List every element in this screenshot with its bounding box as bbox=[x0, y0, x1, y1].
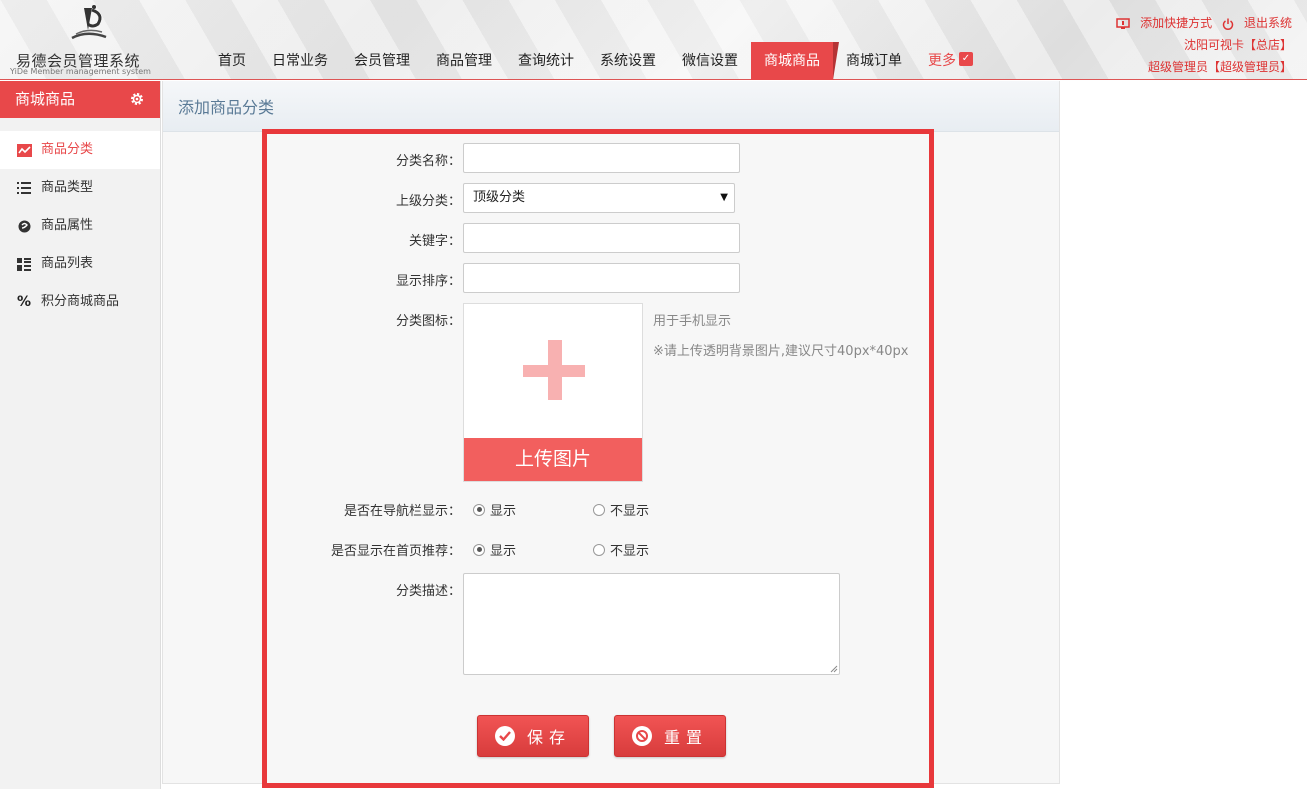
reset-label: 重置 bbox=[663, 728, 708, 747]
sidebar-item-label: 积分商城商品 bbox=[41, 294, 120, 309]
description-label: 分类描述： bbox=[395, 584, 461, 599]
keyword-input[interactable] bbox=[463, 223, 740, 253]
nav-item-more[interactable]: 更多 ✓ bbox=[915, 42, 986, 80]
radio-label: 显示 bbox=[490, 544, 517, 559]
logout-link[interactable]: 退出系统 bbox=[1222, 16, 1292, 30]
sidebar-item-product-category[interactable]: 商品分类 bbox=[0, 131, 160, 169]
radio-unselected bbox=[593, 503, 605, 516]
chart-icon bbox=[16, 142, 32, 158]
nav-item-product-management[interactable]: 商品管理 bbox=[423, 42, 505, 80]
add-shortcut-link[interactable]: 添加快捷方式 bbox=[1116, 16, 1216, 30]
sidebar-item-product-list[interactable]: 商品列表 bbox=[0, 245, 160, 283]
list-icon bbox=[16, 180, 32, 196]
parent-category-value: 顶级分类 bbox=[473, 190, 526, 205]
nav-item-home[interactable]: 首页 bbox=[205, 42, 259, 80]
category-name-input[interactable] bbox=[463, 143, 740, 173]
parent-category-label: 上级分类： bbox=[395, 194, 461, 209]
home-show-label: 是否显示在首页推荐： bbox=[330, 544, 461, 559]
category-name-label: 分类名称： bbox=[395, 154, 461, 169]
upload-image-button[interactable]: 上传图片 bbox=[464, 438, 642, 481]
radio-label: 不显示 bbox=[610, 544, 650, 559]
sidebar-header: 商城商品 bbox=[0, 81, 160, 118]
nav-item-member-management[interactable]: 会员管理 bbox=[341, 42, 423, 80]
sidebar: 商城商品 商品分类 商品类型 商品属性 商品列表 % 积分商城商品 bbox=[0, 81, 161, 789]
nav-item-mall-products[interactable]: 商城商品 bbox=[751, 42, 839, 80]
sidebar-item-points-mall-products[interactable]: % 积分商城商品 bbox=[0, 283, 160, 321]
logo-mark-icon bbox=[71, 5, 107, 40]
logo[interactable]: 易德会员管理系统 YiDe Member management system bbox=[10, 4, 155, 76]
store-name: 沈阳可视卡【总店】 bbox=[1183, 38, 1292, 52]
monitor-icon bbox=[1116, 17, 1130, 29]
logo-subtitle: YiDe Member management system bbox=[10, 67, 151, 76]
image-upload-area[interactable]: 上传图片 bbox=[463, 303, 643, 482]
add-shortcut-label: 添加快捷方式 bbox=[1140, 16, 1213, 30]
upload-hint-size: ※请上传透明背景图片,建议尺寸40px*40px bbox=[653, 344, 909, 359]
resize-handle-icon[interactable] bbox=[830, 665, 838, 673]
nav-show-radio-no[interactable]: 不显示 bbox=[593, 500, 649, 519]
radio-label: 不显示 bbox=[610, 504, 650, 519]
power-icon bbox=[1222, 18, 1234, 30]
home-show-radio-no[interactable]: 不显示 bbox=[593, 540, 649, 559]
grid-icon bbox=[16, 256, 32, 272]
sidebar-item-label: 商品类型 bbox=[41, 180, 94, 195]
nav-item-mall-orders[interactable]: 商城订单 bbox=[833, 42, 915, 80]
sidebar-item-label: 商品列表 bbox=[41, 256, 94, 271]
check-icon bbox=[494, 726, 515, 746]
reset-button[interactable]: 重置 bbox=[614, 715, 726, 757]
nav-item-daily-business[interactable]: 日常业务 bbox=[259, 42, 341, 80]
logout-label: 退出系统 bbox=[1243, 16, 1292, 30]
upload-hint-usage: 用于手机显示 bbox=[653, 314, 732, 329]
user-role: 超级管理员【超级管理员】 bbox=[1147, 60, 1292, 74]
radio-unselected bbox=[593, 543, 605, 556]
radio-label: 显示 bbox=[490, 504, 517, 519]
home-show-radio-yes[interactable]: 显示 bbox=[473, 540, 516, 559]
more-label: 更多 bbox=[928, 53, 956, 69]
category-form: 分类名称： 上级分类： 顶级分类 ▼ 关键字： 显示排序： 分类图标： 上传图片… bbox=[163, 81, 1061, 784]
sidebar-title: 商城商品 bbox=[15, 90, 76, 108]
gear-icon[interactable] bbox=[129, 91, 145, 107]
chevron-down-icon: ✓ bbox=[959, 52, 973, 66]
save-label: 保存 bbox=[526, 728, 571, 747]
display-order-input[interactable] bbox=[463, 263, 740, 293]
nav-item-system-settings[interactable]: 系统设置 bbox=[587, 42, 669, 80]
ban-icon bbox=[631, 726, 652, 746]
nav-item-query-stats[interactable]: 查询统计 bbox=[505, 42, 587, 80]
sidebar-item-label: 商品属性 bbox=[41, 218, 94, 233]
radio-selected bbox=[473, 503, 485, 516]
sidebar-item-label: 商品分类 bbox=[41, 142, 94, 157]
sidebar-item-product-type[interactable]: 商品类型 bbox=[0, 169, 160, 207]
nav-show-label: 是否在导航栏显示： bbox=[343, 504, 461, 519]
category-icon-label: 分类图标： bbox=[395, 314, 461, 329]
display-order-label: 显示排序： bbox=[395, 274, 461, 289]
radio-selected bbox=[473, 543, 485, 556]
parent-category-select[interactable]: 顶级分类 ▼ bbox=[463, 183, 735, 213]
main-nav: 首页 日常业务 会员管理 商品管理 查询统计 系统设置 微信设置 商城商品 商城… bbox=[205, 42, 986, 80]
chevron-down-icon: ▼ bbox=[720, 192, 728, 203]
save-button[interactable]: 保存 bbox=[477, 715, 589, 757]
top-header: 易德会员管理系统 YiDe Member management system 首… bbox=[0, 0, 1307, 80]
nav-item-wechat-settings[interactable]: 微信设置 bbox=[669, 42, 751, 80]
keyword-label: 关键字： bbox=[408, 234, 461, 249]
sidebar-item-product-attribute[interactable]: 商品属性 bbox=[0, 207, 160, 245]
percent-icon: % bbox=[16, 294, 32, 310]
description-textarea[interactable] bbox=[463, 573, 840, 675]
nav-show-radio-yes[interactable]: 显示 bbox=[473, 500, 516, 519]
main-panel: 添加商品分类 分类名称： 上级分类： 顶级分类 ▼ 关键字： 显示排序： 分类图… bbox=[162, 81, 1061, 788]
user-panel: 添加快捷方式 退出系统 沈阳可视卡【总店】 超级管理员【超级管理员】 bbox=[1110, 12, 1292, 78]
tag-icon bbox=[16, 218, 32, 234]
